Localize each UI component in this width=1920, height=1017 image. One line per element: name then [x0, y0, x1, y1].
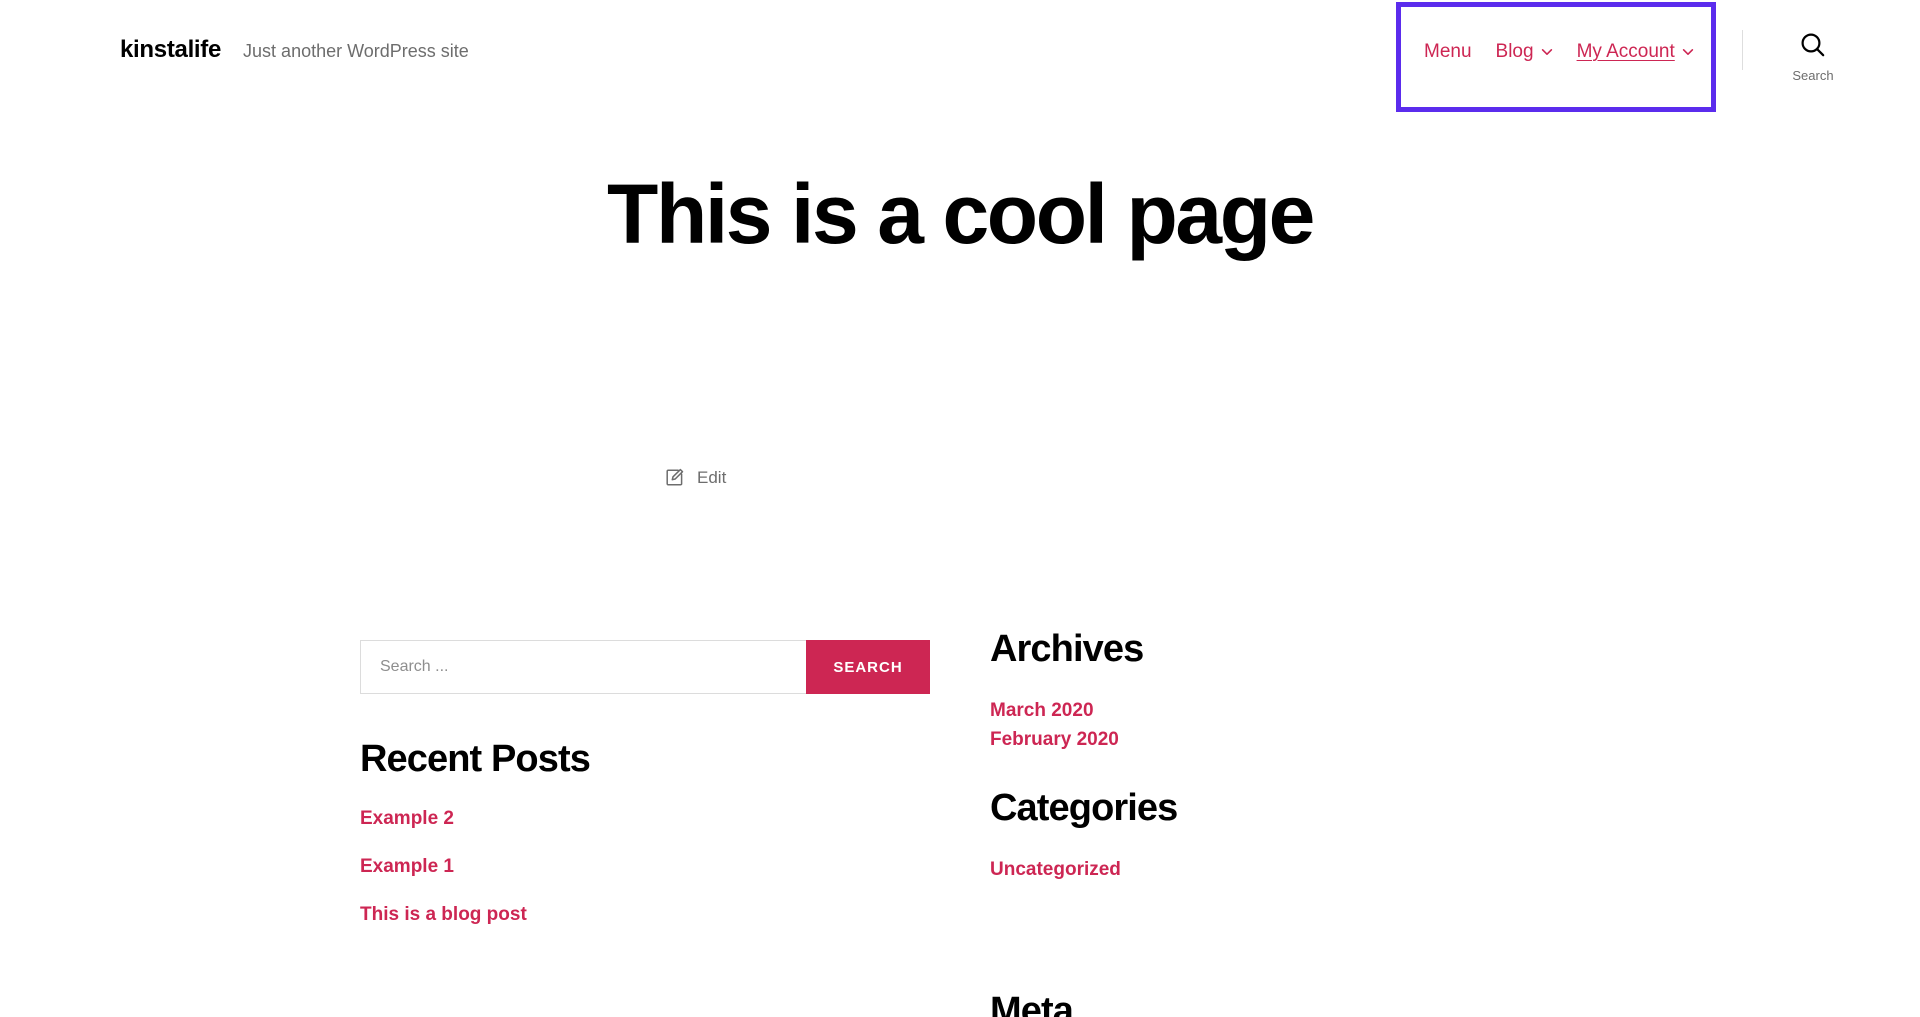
- edit-page-label: Edit: [697, 468, 727, 487]
- recent-post-link[interactable]: Example 1: [360, 856, 454, 879]
- list-item: February 2020: [990, 729, 1119, 752]
- recent-posts-list: Example 2 Example 1 This is a blog post: [360, 808, 527, 951]
- archive-link[interactable]: March 2020: [990, 700, 1094, 723]
- search-input[interactable]: [360, 640, 806, 694]
- widget-title-categories: Categories: [990, 787, 1178, 829]
- search-widget-form: SEARCH: [360, 640, 930, 694]
- search-icon: [1798, 30, 1828, 65]
- archives-list: March 2020 February 2020: [990, 700, 1119, 758]
- nav-item-label: Menu: [1424, 40, 1472, 62]
- widget-title-archives: Archives: [990, 628, 1144, 670]
- primary-navigation: Menu Blog My Account: [1424, 38, 1694, 64]
- footer-widget-area: SEARCH Recent Posts Example 2 Example 1 …: [0, 628, 1920, 1017]
- recent-post-link[interactable]: Example 2: [360, 808, 454, 831]
- site-title-link[interactable]: kinstalife: [120, 38, 221, 62]
- nav-item-menu[interactable]: Menu: [1424, 42, 1472, 61]
- recent-post-link[interactable]: This is a blog post: [360, 904, 527, 927]
- search-toggle-label: Search: [1792, 68, 1834, 83]
- edit-pencil-icon: [665, 468, 684, 487]
- site-description: Just another WordPress site: [243, 41, 469, 61]
- list-item: Uncategorized: [990, 859, 1121, 882]
- edit-page-link[interactable]: Edit: [665, 468, 726, 487]
- chevron-down-icon: [1541, 46, 1553, 58]
- widget-title-meta: Meta: [990, 990, 1074, 1017]
- widget-column-left: SEARCH Recent Posts Example 2 Example 1 …: [360, 640, 940, 925]
- header-divider: [1742, 30, 1743, 70]
- category-link[interactable]: Uncategorized: [990, 859, 1121, 882]
- chevron-down-icon: [1682, 46, 1694, 58]
- site-branding: kinstalife Just another WordPress site: [120, 38, 469, 62]
- archive-link[interactable]: February 2020: [990, 729, 1119, 752]
- nav-item-label: My Account: [1576, 40, 1675, 62]
- entry-header: This is a cool page: [0, 167, 1920, 261]
- nav-item-my-account[interactable]: My Account: [1577, 42, 1694, 61]
- categories-list: Uncategorized: [990, 859, 1121, 882]
- site-header: kinstalife Just another WordPress site M…: [0, 0, 1920, 112]
- page-title: This is a cool page: [607, 167, 1315, 261]
- nav-item-label: Blog: [1495, 40, 1534, 62]
- search-toggle-button[interactable]: Search: [1768, 30, 1858, 82]
- list-item: Example 1: [360, 856, 527, 879]
- list-item: Example 2: [360, 808, 527, 831]
- nav-item-blog[interactable]: Blog: [1496, 42, 1553, 61]
- search-submit-button[interactable]: SEARCH: [806, 640, 930, 694]
- list-item: This is a blog post: [360, 904, 527, 927]
- list-item: March 2020: [990, 700, 1119, 723]
- widget-title-recent-posts: Recent Posts: [360, 738, 591, 780]
- page-root: kinstalife Just another WordPress site M…: [0, 0, 1920, 1017]
